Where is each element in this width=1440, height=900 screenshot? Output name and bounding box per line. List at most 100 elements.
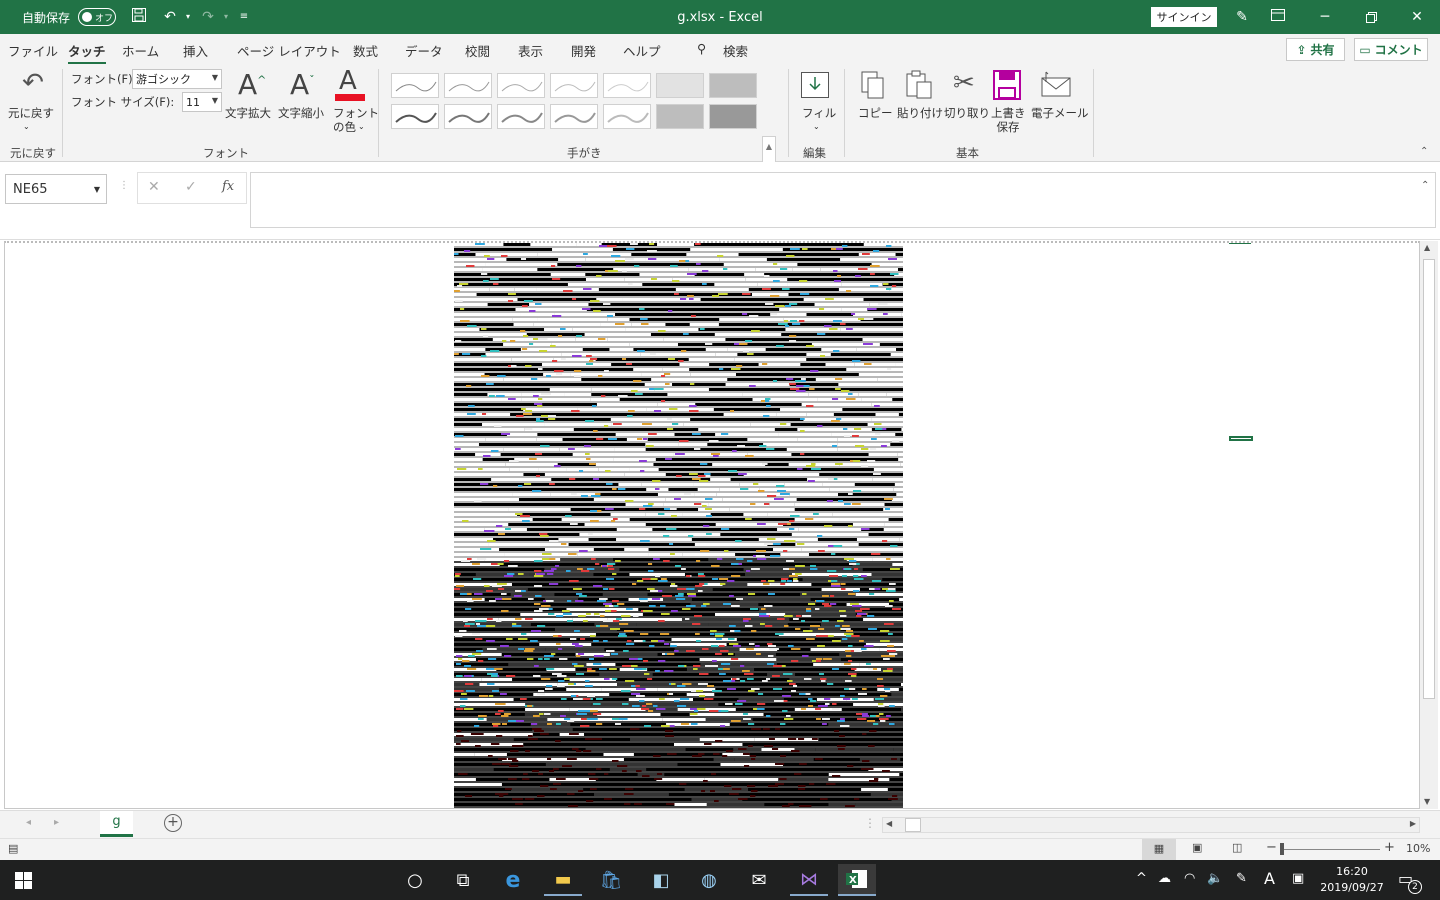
font-color-icon[interactable]: A (339, 66, 357, 96)
app-icon-1[interactable]: ◧ (642, 864, 680, 896)
insert-function-icon[interactable]: fx (222, 179, 234, 194)
customize-qat-icon[interactable]: ≡ (234, 7, 254, 27)
font-select[interactable]: 游ゴシック ▼ (132, 69, 222, 89)
next-sheet-icon[interactable]: ▸ (54, 817, 59, 828)
zoom-level[interactable]: 10% (1406, 842, 1430, 855)
prev-sheet-icon[interactable]: ◂ (26, 817, 31, 828)
pen-4[interactable] (550, 73, 598, 98)
email-icon[interactable] (1040, 70, 1072, 98)
worksheet-grid[interactable] (4, 241, 1420, 809)
scroll-left-icon[interactable]: ◀ (886, 819, 892, 828)
tab-view[interactable]: 表示 (518, 41, 543, 60)
active-cell-selector[interactable] (1229, 436, 1253, 441)
show-hidden-icons[interactable]: ^ (1136, 871, 1147, 886)
horizontal-scrollbar[interactable]: ◀ ▶ (882, 817, 1420, 833)
scroll-up-icon[interactable]: ▲ (1424, 243, 1430, 252)
pen-3[interactable] (497, 73, 545, 98)
pen-workspace-icon[interactable]: ✎ (1236, 871, 1247, 886)
page-break-view-icon[interactable]: ◫ (1232, 841, 1242, 854)
cut-label[interactable]: 切り取り (944, 106, 990, 120)
undo-icon[interactable]: ↶ (160, 7, 180, 27)
tab-home[interactable]: ホーム (122, 41, 159, 60)
undo-dropdown-icon[interactable]: ▾ (178, 7, 198, 27)
ime-icon[interactable]: ▣ (1292, 871, 1304, 886)
sheet-tab-g[interactable]: g (100, 811, 133, 837)
zoom-out-icon[interactable]: − (1266, 840, 1277, 855)
fill-label[interactable]: フィル (802, 106, 836, 120)
pen-5[interactable] (603, 73, 651, 98)
vertical-scrollbar[interactable]: ▲ ▼ (1420, 241, 1438, 809)
scroll-down-icon[interactable]: ▼ (1424, 797, 1430, 806)
save-label[interactable]: 上書き 保存 (991, 106, 1026, 134)
cortana-icon[interactable]: ○ (396, 864, 434, 896)
normal-view-icon[interactable]: ▦ (1142, 839, 1176, 861)
onedrive-icon[interactable]: ☁ (1158, 871, 1171, 886)
highlighter-3[interactable] (656, 104, 704, 129)
fill-icon[interactable] (801, 72, 829, 98)
store-icon[interactable]: 🛍 (592, 864, 630, 896)
chevron-down-icon[interactable]: ⌄ (23, 120, 30, 134)
copy-icon[interactable] (860, 70, 886, 100)
close-button[interactable]: ✕ (1394, 0, 1440, 34)
horizontal-thumb[interactable] (905, 818, 921, 832)
shrink-font-icon[interactable]: Aˇ (290, 68, 315, 101)
tab-touch[interactable]: タッチ (68, 41, 106, 65)
save-large-icon[interactable] (993, 70, 1021, 100)
undo-large-icon[interactable]: ↶ (18, 68, 48, 98)
restore-button[interactable] (1348, 0, 1394, 34)
task-view-icon[interactable]: ⧉ (444, 864, 482, 896)
chevron-down-icon[interactable]: ⌄ (813, 120, 820, 134)
collapse-ribbon-icon[interactable]: ⌃ (1420, 146, 1428, 157)
comment-button[interactable]: ▭ コメント (1354, 38, 1428, 61)
pen-8[interactable] (497, 104, 545, 129)
redo-icon[interactable]: ↷ (198, 7, 218, 27)
clock[interactable]: 16:20 2019/09/27 (1320, 864, 1384, 896)
formula-bar-splitter[interactable]: ⋮ (119, 180, 129, 191)
tab-help[interactable]: ヘルプ (623, 41, 661, 60)
visual-studio-icon[interactable]: ⋈ (790, 864, 828, 896)
signin-button[interactable]: サインイン (1151, 7, 1217, 27)
pen-1[interactable] (391, 73, 439, 98)
mail-icon[interactable]: ✉ (740, 864, 778, 896)
tab-formulas[interactable]: 数式 (353, 41, 378, 60)
highlighter-4[interactable] (709, 104, 757, 129)
zoom-in-icon[interactable]: + (1384, 840, 1395, 855)
tab-file[interactable]: ファイル (8, 41, 58, 60)
minimize-button[interactable]: ─ (1302, 0, 1348, 34)
excel-icon[interactable]: X (838, 864, 876, 896)
share-button[interactable]: ⇪ 共有 (1286, 38, 1345, 61)
cancel-icon[interactable]: ✕ (148, 179, 160, 195)
edge-icon[interactable]: e (494, 864, 532, 896)
pen-7[interactable] (444, 104, 492, 129)
zoom-slider[interactable] (1280, 849, 1380, 850)
pen-6[interactable] (391, 104, 439, 129)
start-windows-icon[interactable] (4, 864, 42, 896)
add-sheet-icon[interactable]: + (164, 814, 182, 832)
zoom-slider-thumb[interactable] (1280, 843, 1284, 855)
tab-review[interactable]: 校閲 (465, 41, 490, 60)
scrollbar-thumb[interactable] (1423, 259, 1435, 699)
wifi-icon[interactable]: ◠ (1184, 871, 1195, 886)
autosave-toggle[interactable]: オフ (78, 8, 116, 26)
name-box[interactable]: NE65 ▼ (5, 174, 107, 204)
formula-input[interactable] (250, 172, 1436, 228)
file-explorer-icon[interactable]: ▬ (544, 864, 582, 896)
grow-font-icon[interactable]: A^ (238, 68, 266, 101)
page-layout-view-icon[interactable]: ▣ (1192, 841, 1202, 854)
tab-splitter[interactable]: ⋮ (864, 816, 876, 830)
macro-record-icon[interactable]: ▤ (8, 842, 18, 855)
font-size-select[interactable]: 11 ▼ (182, 92, 222, 112)
tab-insert[interactable]: 挿入 (183, 41, 208, 60)
volume-icon[interactable]: 🔈 (1207, 871, 1223, 886)
font-color-label[interactable]: フォント の色 (333, 106, 379, 134)
ribbon-display-icon[interactable] (1268, 7, 1288, 27)
tab-page-layout[interactable]: ページ レイアウト (237, 41, 341, 60)
tab-developer[interactable]: 開発 (571, 41, 596, 60)
highlighter-2[interactable] (709, 73, 757, 98)
paste-icon[interactable] (904, 70, 934, 100)
scroll-right-icon[interactable]: ▶ (1410, 819, 1416, 828)
paste-label[interactable]: 貼り付け (897, 106, 943, 120)
paint-icon[interactable]: ◍ (690, 864, 728, 896)
tab-data[interactable]: データ (405, 41, 443, 60)
save-icon[interactable] (129, 7, 149, 27)
